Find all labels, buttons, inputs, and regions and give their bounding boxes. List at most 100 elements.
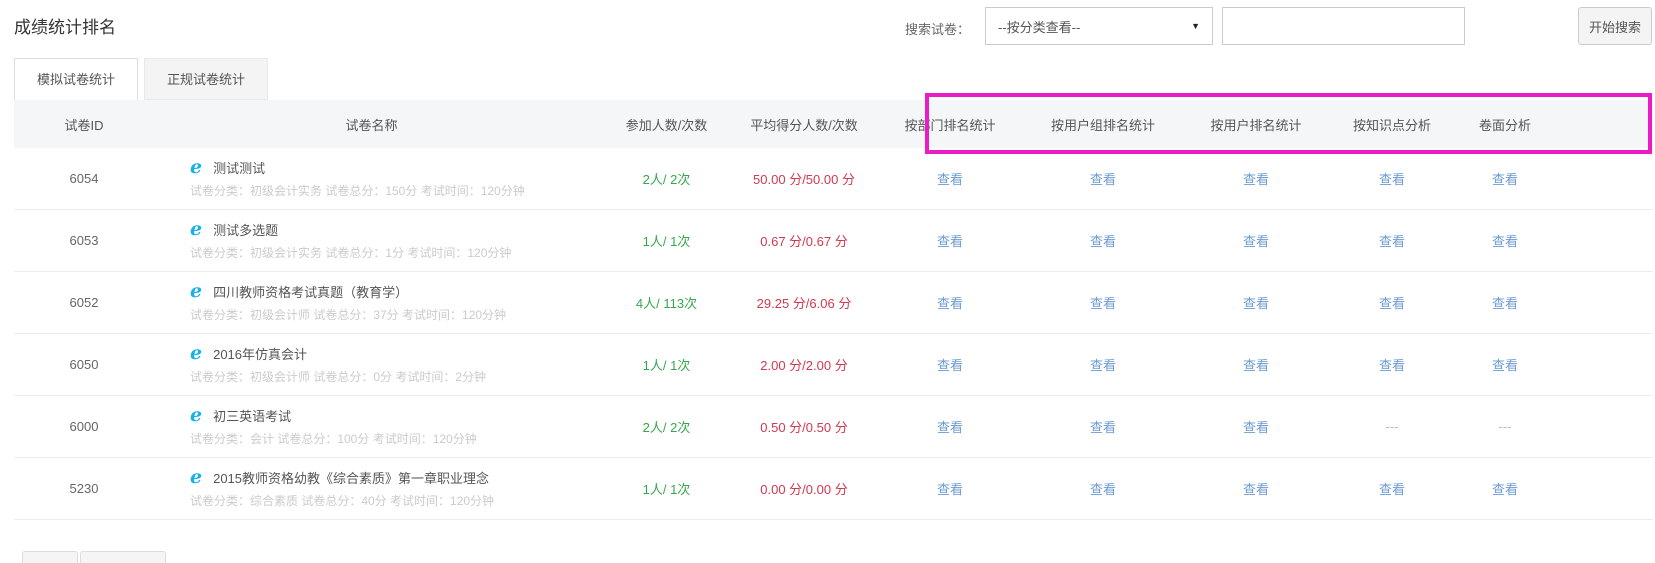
average-score: 0.00 分/0.00 分 xyxy=(744,479,864,498)
tab-bar: 模拟试卷统计 正规试卷统计 xyxy=(14,58,268,100)
view-paper-analysis-link[interactable]: 查看 xyxy=(1492,358,1518,373)
exam-meta: 试卷分类：初级会计实务 试卷总分：1分 考试时间：120分钟 xyxy=(190,244,589,261)
ie-icon: e xyxy=(190,282,202,301)
exam-name: 2016年仿真会计 xyxy=(213,344,307,363)
table-row: 6050 e 2016年仿真会计 试卷分类：初级会计师 试卷总分：0分 考试时间… xyxy=(14,334,1653,396)
ie-icon: e xyxy=(190,344,202,363)
view-usergroup-ranking-link[interactable]: 查看 xyxy=(1090,234,1116,249)
page-title: 成绩统计排名 xyxy=(14,13,116,38)
col-knowledge-point-analysis-header: 按知识点分析 xyxy=(1342,115,1442,134)
no-data-dash: --- xyxy=(1386,419,1399,434)
view-department-ranking-link[interactable]: 查看 xyxy=(937,482,963,497)
chevron-down-icon: ▼ xyxy=(1191,21,1200,31)
col-department-ranking-header: 按部门排名统计 xyxy=(864,115,1036,134)
search-keyword-input[interactable] xyxy=(1222,7,1465,45)
view-knowledge-point-analysis-link[interactable]: 查看 xyxy=(1379,358,1405,373)
view-user-ranking-link[interactable]: 查看 xyxy=(1243,172,1269,187)
view-user-ranking-link[interactable]: 查看 xyxy=(1243,358,1269,373)
ie-icon: e xyxy=(190,406,202,425)
exam-id: 6000 xyxy=(14,419,154,434)
view-user-ranking-link[interactable]: 查看 xyxy=(1243,420,1269,435)
exam-meta: 试卷分类：综合素质 试卷总分：40分 考试时间：120分钟 xyxy=(190,492,589,509)
start-search-button[interactable]: 开始搜索 xyxy=(1578,7,1652,45)
exam-name-cell: e 2016年仿真会计 试卷分类：初级会计师 试卷总分：0分 考试时间：2分钟 xyxy=(154,344,589,385)
col-user-ranking-header: 按用户排名统计 xyxy=(1170,115,1342,134)
view-paper-analysis-link[interactable]: 查看 xyxy=(1492,482,1518,497)
exam-name-cell: e 测试多选题 试卷分类：初级会计实务 试卷总分：1分 考试时间：120分钟 xyxy=(154,220,589,261)
col-usergroup-ranking-header: 按用户组排名统计 xyxy=(1036,115,1170,134)
exam-name-cell: e 初三英语考试 试卷分类：会计 试卷总分：100分 考试时间：120分钟 xyxy=(154,406,589,447)
exam-name-cell: e 2015教师资格幼教《综合素质》第一章职业理念 试卷分类：综合素质 试卷总分… xyxy=(154,468,589,509)
view-knowledge-point-analysis-link[interactable]: 查看 xyxy=(1379,296,1405,311)
average-score: 2.00 分/2.00 分 xyxy=(744,355,864,374)
no-data-dash: --- xyxy=(1499,419,1512,434)
participation-count: 2人/ 2次 xyxy=(589,169,744,188)
participation-count: 1人/ 1次 xyxy=(589,355,744,374)
view-paper-analysis-link[interactable]: 查看 xyxy=(1492,296,1518,311)
view-usergroup-ranking-link[interactable]: 查看 xyxy=(1090,172,1116,187)
exam-name-cell: e 测试测试 试卷分类：初级会计实务 试卷总分：150分 考试时间：120分钟 xyxy=(154,158,589,199)
exam-name: 初三英语考试 xyxy=(213,406,291,425)
pagination-button[interactable] xyxy=(80,551,166,563)
table-row: 6052 e 四川教师资格考试真题（教育学） 试卷分类：初级会计师 试卷总分：3… xyxy=(14,272,1653,334)
table-row: 6000 e 初三英语考试 试卷分类：会计 试卷总分：100分 考试时间：120… xyxy=(14,396,1653,458)
view-knowledge-point-analysis-link[interactable]: 查看 xyxy=(1379,482,1405,497)
exam-name: 四川教师资格考试真题（教育学） xyxy=(213,282,408,301)
participation-count: 1人/ 1次 xyxy=(589,479,744,498)
participation-count: 2人/ 2次 xyxy=(589,417,744,436)
view-usergroup-ranking-link[interactable]: 查看 xyxy=(1090,482,1116,497)
ie-icon: e xyxy=(190,220,202,239)
col-average-score-header: 平均得分人数/次数 xyxy=(744,115,864,134)
search-exam-label: 搜索试卷： xyxy=(905,19,970,38)
exam-meta: 试卷分类：初级会计师 试卷总分：0分 考试时间：2分钟 xyxy=(190,368,589,385)
average-score: 0.67 分/0.67 分 xyxy=(744,231,864,250)
table-row: 6054 e 测试测试 试卷分类：初级会计实务 试卷总分：150分 考试时间：1… xyxy=(14,148,1653,210)
exam-stats-table: 试卷ID 试卷名称 参加人数/次数 平均得分人数/次数 按部门排名统计 按用户组… xyxy=(14,100,1653,520)
exam-id: 6050 xyxy=(14,357,154,372)
view-usergroup-ranking-link[interactable]: 查看 xyxy=(1090,420,1116,435)
col-participation-header: 参加人数/次数 xyxy=(589,115,744,134)
view-usergroup-ranking-link[interactable]: 查看 xyxy=(1090,358,1116,373)
exam-name: 测试测试 xyxy=(213,158,265,177)
exam-meta: 试卷分类：初级会计实务 试卷总分：150分 考试时间：120分钟 xyxy=(190,182,589,199)
view-department-ranking-link[interactable]: 查看 xyxy=(937,420,963,435)
table-row: 6053 e 测试多选题 试卷分类：初级会计实务 试卷总分：1分 考试时间：12… xyxy=(14,210,1653,272)
col-paper-analysis-header: 卷面分析 xyxy=(1442,115,1568,134)
view-department-ranking-link[interactable]: 查看 xyxy=(937,234,963,249)
table-row: 5230 e 2015教师资格幼教《综合素质》第一章职业理念 试卷分类：综合素质… xyxy=(14,458,1653,520)
ie-icon: e xyxy=(190,158,202,177)
average-score: 29.25 分/6.06 分 xyxy=(744,293,864,312)
view-knowledge-point-analysis-link[interactable]: 查看 xyxy=(1379,172,1405,187)
table-header-row: 试卷ID 试卷名称 参加人数/次数 平均得分人数/次数 按部门排名统计 按用户组… xyxy=(14,100,1653,148)
category-select[interactable]: --按分类查看-- ▼ xyxy=(985,7,1213,45)
category-select-value: --按分类查看-- xyxy=(998,17,1080,36)
view-user-ranking-link[interactable]: 查看 xyxy=(1243,296,1269,311)
view-user-ranking-link[interactable]: 查看 xyxy=(1243,482,1269,497)
view-user-ranking-link[interactable]: 查看 xyxy=(1243,234,1269,249)
exam-name-cell: e 四川教师资格考试真题（教育学） 试卷分类：初级会计师 试卷总分：37分 考试… xyxy=(154,282,589,323)
table-body: 6054 e 测试测试 试卷分类：初级会计实务 试卷总分：150分 考试时间：1… xyxy=(14,148,1653,520)
tab-formal-exam-stats[interactable]: 正规试卷统计 xyxy=(144,58,268,100)
view-department-ranking-link[interactable]: 查看 xyxy=(937,172,963,187)
view-department-ranking-link[interactable]: 查看 xyxy=(937,358,963,373)
exam-meta: 试卷分类：会计 试卷总分：100分 考试时间：120分钟 xyxy=(190,430,589,447)
average-score: 0.50 分/0.50 分 xyxy=(744,417,864,436)
exam-meta: 试卷分类：初级会计师 试卷总分：37分 考试时间：120分钟 xyxy=(190,306,589,323)
view-knowledge-point-analysis-link[interactable]: 查看 xyxy=(1379,234,1405,249)
col-exam-name-header: 试卷名称 xyxy=(154,115,589,134)
view-usergroup-ranking-link[interactable]: 查看 xyxy=(1090,296,1116,311)
exam-name: 2015教师资格幼教《综合素质》第一章职业理念 xyxy=(213,468,489,487)
participation-count: 4人/ 113次 xyxy=(589,293,744,312)
pagination-button[interactable] xyxy=(22,551,78,563)
exam-name: 测试多选题 xyxy=(213,220,278,239)
exam-id: 6054 xyxy=(14,171,154,186)
col-exam-id-header: 试卷ID xyxy=(14,115,154,134)
view-department-ranking-link[interactable]: 查看 xyxy=(937,296,963,311)
exam-id: 6052 xyxy=(14,295,154,310)
participation-count: 1人/ 1次 xyxy=(589,231,744,250)
tab-mock-exam-stats[interactable]: 模拟试卷统计 xyxy=(14,58,138,100)
view-paper-analysis-link[interactable]: 查看 xyxy=(1492,172,1518,187)
exam-id: 6053 xyxy=(14,233,154,248)
view-paper-analysis-link[interactable]: 查看 xyxy=(1492,234,1518,249)
ie-icon: e xyxy=(190,468,202,487)
